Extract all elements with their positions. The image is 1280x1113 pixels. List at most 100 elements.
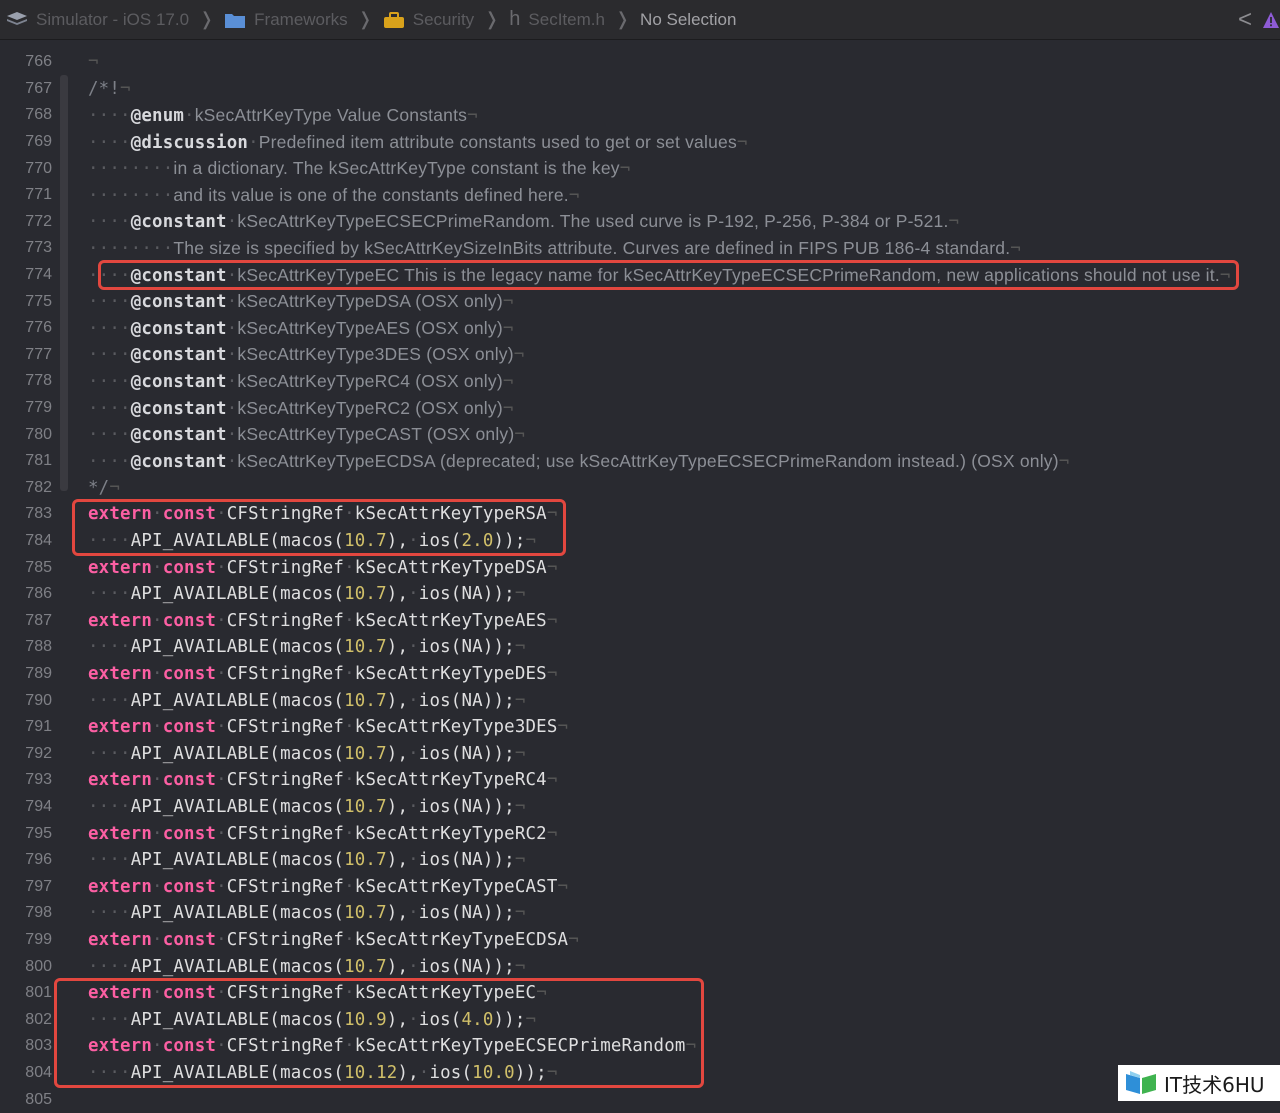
breadcrumb-item[interactable]: Simulator - iOS 17.0 ❭ — [6, 9, 214, 30]
code-line[interactable]: 799 extern·const·CFStringRef·kSecAttrKeyT… — [0, 927, 1280, 954]
line-number: 774 — [25, 266, 52, 284]
token-prose: in a dictionary. The kSecAttrKeyType con… — [173, 158, 620, 179]
token-pl: API_AVAILABLE(macos( — [130, 797, 345, 818]
token-ty: kSecAttrKeyType3DES — [354, 717, 558, 738]
token-ind: · — [408, 584, 419, 605]
code-line[interactable]: 793 extern·const·CFStringRef·kSecAttrKeyT… — [0, 767, 1280, 794]
token-ty: CFStringRef — [226, 557, 345, 578]
code-line[interactable]: 782 */¬ — [0, 475, 1280, 502]
token-nl: ¬ — [88, 52, 99, 73]
token-ind: · — [152, 717, 163, 738]
token-nl: ¬ — [1010, 238, 1021, 259]
token-doctag: @constant — [130, 318, 227, 339]
token-nl: ¬ — [514, 956, 526, 977]
code-line[interactable]: 792 ····API_AVAILABLE(macos(10.7),·ios(NA… — [0, 741, 1280, 768]
token-kw: const — [162, 983, 217, 1004]
token-prose: kSecAttrKeyType3DES (OSX only) — [237, 344, 514, 365]
token-ind: · — [408, 637, 419, 658]
token-pl: ios(NA)); — [418, 690, 515, 711]
breadcrumb-item[interactable]: No Selection — [640, 10, 736, 30]
code-text: extern·const·CFStringRef·kSecAttrKeyType… — [88, 770, 558, 790]
token-kw: extern — [88, 983, 153, 1004]
code-line[interactable]: 775 ····@constant·kSecAttrKeyTypeDSA (OSX… — [0, 288, 1280, 315]
source-editor[interactable]: 766 ¬ 767/*!¬ 768 ····@enum·kSecAttrKeyType … — [0, 47, 1280, 1108]
code-line[interactable]: 787 extern·const·CFStringRef·kSecAttrKeyT… — [0, 608, 1280, 635]
token-pl: )); — [514, 1063, 547, 1084]
token-num: 10.7 — [344, 584, 387, 605]
token-ind: · — [418, 1063, 430, 1084]
token-prose: kSecAttrKeyTypeCAST (OSX only) — [237, 424, 515, 445]
code-line[interactable]: 777 ····@constant·kSecAttrKeyType3DES (OS… — [0, 342, 1280, 369]
token-pl: API_AVAILABLE(macos( — [130, 531, 345, 552]
warning-icon[interactable] — [1262, 11, 1280, 29]
breadcrumb-item[interactable]: h SecItem.h ❭ — [509, 8, 630, 31]
code-line[interactable]: 774 ····@constant·kSecAttrKeyTypeEC This … — [0, 262, 1280, 289]
line-number: 800 — [25, 957, 52, 975]
code-text: ····API_AVAILABLE(macos(10.7),·ios(NA));… — [88, 903, 526, 923]
code-text: ····@constant·kSecAttrKeyTypeECDSA (depr… — [88, 451, 1069, 472]
code-line[interactable]: 790 ····API_AVAILABLE(macos(10.7),·ios(NA… — [0, 687, 1280, 714]
code-text: ¬ — [88, 52, 99, 72]
code-line[interactable]: 802 ····API_AVAILABLE(macos(10.9),·ios(4.… — [0, 1007, 1280, 1034]
line-number: 773 — [25, 239, 52, 257]
code-line[interactable]: 789 extern·const·CFStringRef·kSecAttrKeyT… — [0, 661, 1280, 688]
code-line[interactable]: 766 ¬ — [0, 49, 1280, 76]
token-ind: · — [226, 265, 238, 286]
token-nl: ¬ — [1058, 451, 1070, 472]
code-line[interactable]: 785 extern·const·CFStringRef·kSecAttrKeyT… — [0, 554, 1280, 581]
token-num: 10.9 — [344, 1009, 387, 1030]
code-line[interactable]: 801 extern·const·CFStringRef·kSecAttrKeyT… — [0, 980, 1280, 1007]
breadcrumb-label: Simulator - iOS 17.0 — [36, 9, 190, 29]
code-text: ····API_AVAILABLE(macos(10.7),·ios(2.0))… — [88, 531, 536, 551]
code-line[interactable]: 776 ····@constant·kSecAttrKeyTypeAES (OSX… — [0, 315, 1280, 342]
code-line[interactable]: 800 ····API_AVAILABLE(macos(10.7),·ios(NA… — [0, 953, 1280, 980]
token-ty: CFStringRef — [226, 823, 345, 844]
code-line[interactable]: 784 ····API_AVAILABLE(macos(10.7),·ios(2.… — [0, 528, 1280, 555]
code-line[interactable]: 778 ····@constant·kSecAttrKeyTypeRC4 (OSX… — [0, 368, 1280, 395]
token-pl: )); — [493, 531, 526, 552]
code-line[interactable]: 770 ········in a dictionary. The kSecAttr… — [0, 155, 1280, 182]
token-ind: · — [226, 371, 238, 392]
code-line[interactable]: 795 extern·const·CFStringRef·kSecAttrKeyT… — [0, 820, 1280, 847]
code-line[interactable]: 791 extern·const·CFStringRef·kSecAttrKeyT… — [0, 714, 1280, 741]
code-line[interactable]: 797 extern·const·CFStringRef·kSecAttrKeyT… — [0, 874, 1280, 901]
code-line[interactable]: 805 — [0, 1086, 1280, 1113]
code-line[interactable]: 767 /*!¬ — [0, 76, 1280, 103]
code-line[interactable]: 786 ····API_AVAILABLE(macos(10.7),·ios(NA… — [0, 581, 1280, 608]
code-line[interactable]: 798 ····API_AVAILABLE(macos(10.7),·ios(NA… — [0, 900, 1280, 927]
token-ind: · — [344, 983, 355, 1004]
code-line[interactable]: 773 ········The size is specified by kSec… — [0, 235, 1280, 262]
code-line[interactable]: 788 ····API_AVAILABLE(macos(10.7),·ios(NA… — [0, 634, 1280, 661]
code-line[interactable]: 781 ····@constant·kSecAttrKeyTypeECDSA (d… — [0, 448, 1280, 475]
code-line[interactable]: 771 ········and its value is one of the c… — [0, 182, 1280, 209]
code-line[interactable]: 796 ····API_AVAILABLE(macos(10.7),·ios(NA… — [0, 847, 1280, 874]
token-kw: extern — [88, 770, 153, 791]
token-ind: ···· — [88, 1063, 131, 1084]
breadcrumb-item[interactable]: Security ❭ — [383, 9, 499, 30]
token-pl: ios(NA)); — [418, 903, 515, 924]
code-line[interactable]: 794 ····API_AVAILABLE(macos(10.7),·ios(NA… — [0, 794, 1280, 821]
token-nl: ¬ — [514, 690, 526, 711]
token-ty: CFStringRef — [226, 876, 345, 897]
code-line[interactable]: 772 ····@constant·kSecAttrKeyTypeECSECPri… — [0, 209, 1280, 236]
token-pl: ios(NA)); — [418, 637, 515, 658]
token-pl: ), — [386, 584, 409, 605]
token-nl: ¬ — [514, 584, 526, 605]
back-chevron-icon[interactable]: < — [1238, 6, 1252, 34]
token-ind: · — [152, 610, 163, 631]
code-text: extern·const·CFStringRef·kSecAttrKeyType… — [88, 824, 558, 844]
code-line[interactable]: 769 ····@discussion·Predefined item attri… — [0, 129, 1280, 156]
token-ind: ········ — [88, 185, 174, 206]
code-line[interactable]: 768 ····@enum·kSecAttrKeyType Value Const… — [0, 102, 1280, 129]
code-line[interactable]: 780 ····@constant·kSecAttrKeyTypeCAST (OS… — [0, 421, 1280, 448]
token-ind: ···· — [88, 584, 131, 605]
breadcrumb-item[interactable]: Frameworks ❭ — [224, 9, 373, 30]
token-ty: CFStringRef — [226, 983, 345, 1004]
watermark-logo-icon — [1124, 1070, 1158, 1096]
token-ind: · — [344, 876, 355, 897]
code-line[interactable]: 804 ····API_AVAILABLE(macos(10.12),·ios(1… — [0, 1060, 1280, 1087]
code-line[interactable]: 783 extern·const·CFStringRef·kSecAttrKeyT… — [0, 501, 1280, 528]
token-kw: extern — [88, 930, 153, 951]
code-line[interactable]: 803 extern·const·CFStringRef·kSecAttrKeyT… — [0, 1033, 1280, 1060]
code-line[interactable]: 779 ····@constant·kSecAttrKeyTypeRC2 (OSX… — [0, 395, 1280, 422]
